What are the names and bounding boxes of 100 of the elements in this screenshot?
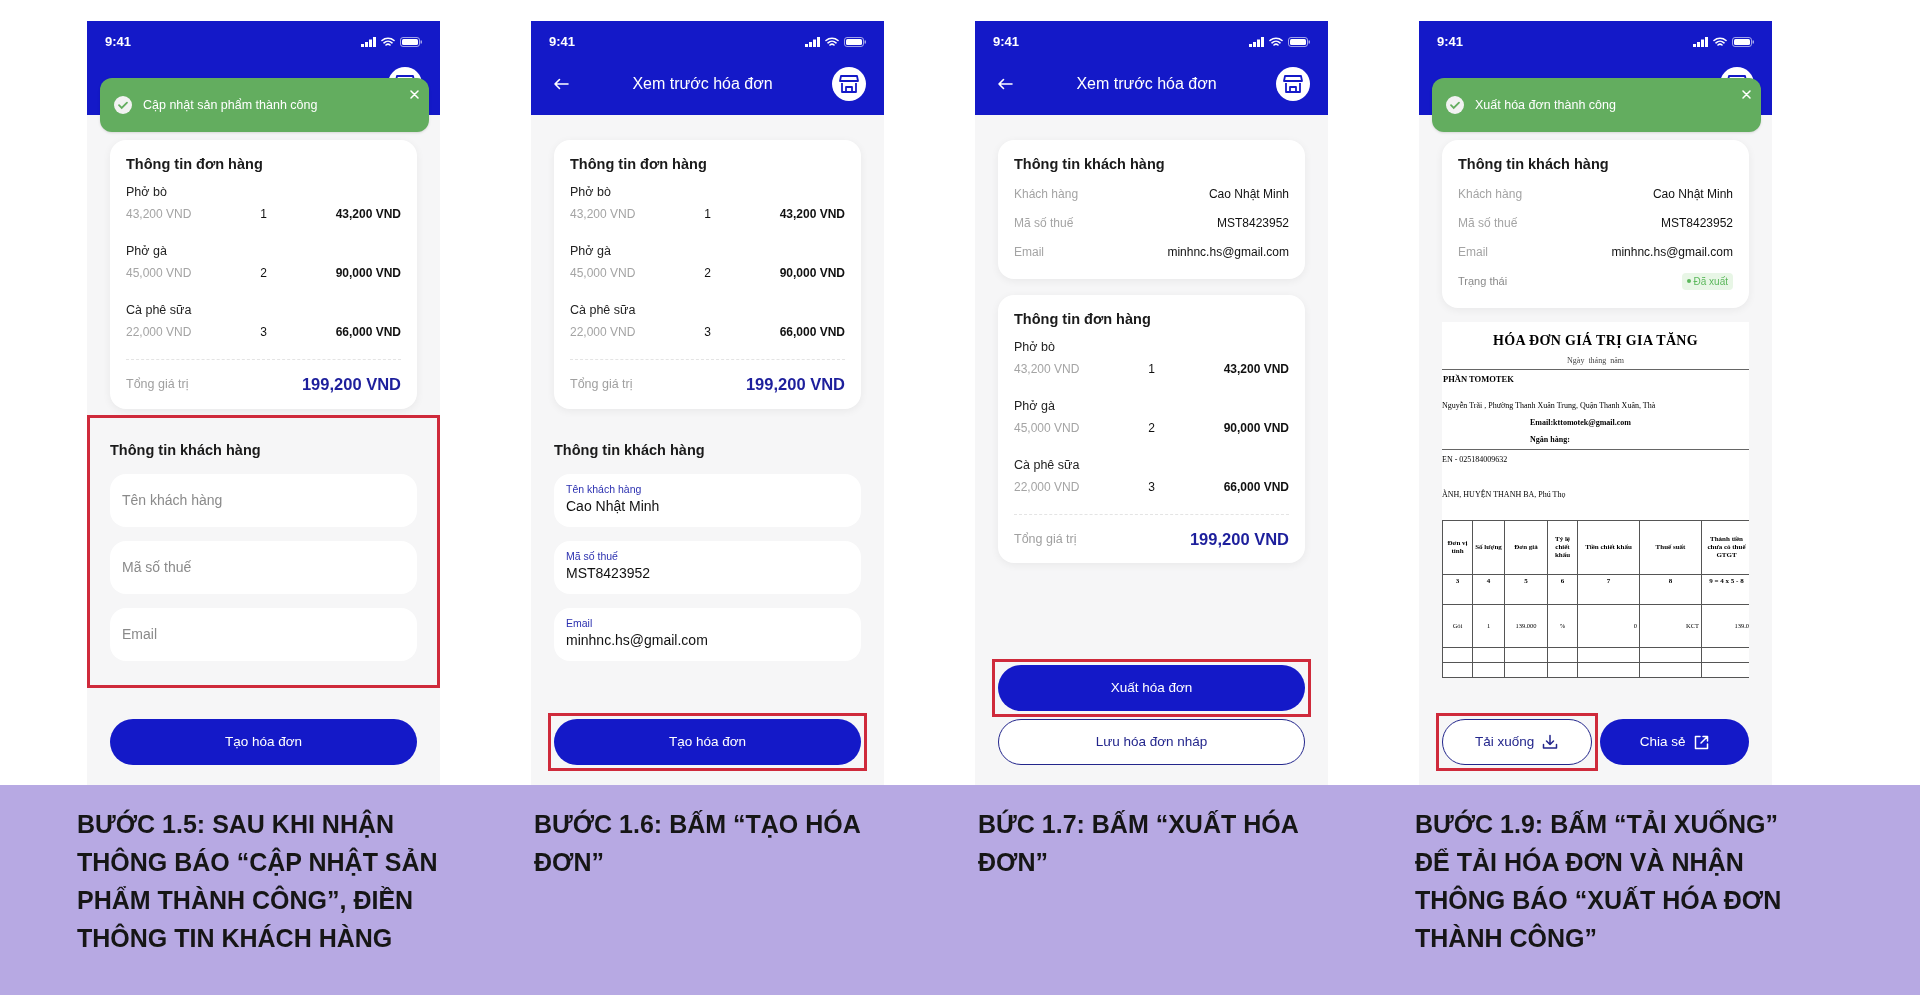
line-total: 43,200 VND — [1223, 361, 1289, 376]
item-name: Phở bò — [126, 183, 168, 201]
status-time: 9:41 — [993, 33, 1020, 52]
field-value: MST8423952 — [1216, 215, 1289, 233]
bank-label: Ngân hàng: — [1530, 434, 1570, 444]
line-total: 90,000 VND — [779, 265, 845, 280]
unit-price: 45,000 VND — [126, 265, 192, 280]
item-name: Phở gà — [126, 242, 168, 260]
text-field[interactable]: Email minhnc.hs@gmail.com — [554, 607, 861, 661]
total-value: 199,200 VND — [745, 373, 845, 395]
line-total: 43,200 VND — [779, 206, 845, 221]
field-value: minhnc.hs@gmail.com — [1167, 244, 1289, 262]
store-button[interactable] — [1276, 67, 1310, 101]
company-address: Nguyễn Trãi , Phường Thanh Xuân Trung, Quận Thanh Xuân, Thà — [1442, 400, 1656, 410]
item-name: Phở bò — [570, 183, 612, 201]
section-title: Thông tin khách hàng — [110, 440, 262, 460]
outline-button[interactable]: Tải xuống — [1442, 719, 1592, 765]
unit-price: 22,000 VND — [1014, 479, 1080, 494]
download-icon — [1542, 734, 1559, 750]
tax-code: EN - 025184009632 — [1442, 454, 1508, 464]
input-field[interactable]: MST8423952 — [566, 563, 849, 584]
back-arrow-icon — [553, 78, 569, 90]
status-time: 9:41 — [1437, 33, 1464, 52]
primary-button[interactable]: Chia sẻ — [1599, 719, 1749, 765]
quantity: 2 — [1148, 420, 1155, 435]
battery-icon — [1732, 37, 1754, 47]
toast-message: Cập nhật sản phẩm thành công — [143, 96, 319, 114]
total-value: 199,200 VND — [1189, 528, 1289, 550]
outline-button[interactable]: Lưu hóa đơn nháp — [998, 719, 1305, 765]
card-title: Thông tin đơn hàng — [570, 155, 708, 174]
text-field[interactable]: Tên khách hàng Cao Nhật Minh — [554, 473, 861, 527]
field-value: MST8423952 — [1660, 215, 1733, 233]
primary-button[interactable]: Tạo hóa đơn — [554, 719, 861, 765]
field-label: Email — [1014, 244, 1044, 262]
check-circle-icon — [1445, 95, 1465, 115]
quantity: 1 — [1148, 361, 1155, 376]
battery-icon — [1288, 37, 1310, 47]
input-field[interactable]: minhnc.hs@gmail.com — [566, 630, 849, 651]
document-date: Ngày tháng năm — [1567, 355, 1624, 365]
line-total: 66,000 VND — [1223, 479, 1289, 494]
customer-address: ÀNH, HUYỆN THANH BA, Phú Thọ — [1442, 489, 1566, 499]
wifi-icon — [825, 37, 839, 47]
card-title: Thông tin đơn hàng — [126, 155, 264, 174]
field-value: Cao Nhật Minh — [1208, 186, 1289, 204]
unit-price: 45,000 VND — [570, 265, 636, 280]
primary-button[interactable]: Tạo hóa đơn — [110, 719, 417, 765]
input-field[interactable]: Cao Nhật Minh — [566, 496, 849, 517]
quantity: 1 — [704, 206, 711, 221]
primary-button[interactable]: Xuất hóa đơn — [998, 665, 1305, 711]
input-field[interactable]: Tên khách hàng — [110, 473, 417, 527]
signal-icon — [805, 37, 820, 47]
quantity: 3 — [260, 324, 267, 339]
company-name: PHẦN TOMOTEK — [1443, 373, 1514, 384]
line-total: 66,000 VND — [779, 324, 845, 339]
floating-label: Tên khách hàng — [566, 483, 643, 496]
quantity: 3 — [704, 324, 711, 339]
document-title: HÓA ĐƠN GIÁ TRỊ GIA TĂNG — [1492, 332, 1699, 348]
floating-label: Mã số thuế — [566, 550, 619, 563]
input-field[interactable]: Mã số thuế — [110, 540, 417, 594]
item-name: Cà phê sữa — [570, 301, 637, 319]
field-label: Email — [1458, 244, 1488, 262]
item-name: Cà phê sữa — [126, 301, 193, 319]
field-label: Mã số thuế — [1014, 215, 1074, 233]
status-time: 9:41 — [105, 33, 132, 52]
store-icon — [1283, 75, 1303, 93]
unit-price: 43,200 VND — [570, 206, 636, 221]
field-label: Khách hàng — [1458, 186, 1523, 204]
line-total: 66,000 VND — [335, 324, 401, 339]
floating-label: Email — [566, 617, 594, 630]
unit-price: 45,000 VND — [1014, 420, 1080, 435]
close-icon[interactable] — [410, 90, 419, 99]
signal-icon — [1249, 37, 1264, 47]
total-label: Tổng giá trị — [1014, 530, 1077, 548]
wifi-icon — [381, 37, 395, 47]
field-label: Khách hàng — [1014, 186, 1079, 204]
step-caption: BỨC 1.7: BẤM “XUẤT HÓA ĐƠN” — [978, 808, 1299, 878]
close-icon[interactable] — [1742, 90, 1751, 99]
input-field[interactable]: Email — [110, 607, 417, 661]
section-title: Thông tin khách hàng — [554, 440, 706, 460]
wifi-icon — [1713, 37, 1727, 47]
signal-icon — [1693, 37, 1708, 47]
total-label: Tổng giá trị — [570, 375, 633, 393]
store-icon — [839, 75, 859, 93]
field-label: Trạng thái — [1458, 274, 1508, 289]
card-title: Thông tin khách hàng — [1014, 155, 1166, 174]
step-caption: BƯỚC 1.9: BẤM “TẢI XUỐNG” ĐỂ TẢI HÓA ĐƠN VÀ NHẬN THÔNG BÁO “XUẤT HÓA ĐƠN THÀNH CÔNG” — [1415, 808, 1783, 954]
step-caption: BƯỚC 1.6: BẤM “TẠO HÓA ĐƠN” — [534, 808, 861, 878]
share-icon — [1693, 734, 1709, 750]
quantity: 1 — [260, 206, 267, 221]
card-title: Thông tin khách hàng — [1458, 155, 1610, 174]
line-total: 43,200 VND — [335, 206, 401, 221]
unit-price: 43,200 VND — [126, 206, 192, 221]
store-button[interactable] — [832, 67, 866, 101]
status-text: Đã xuất — [1693, 274, 1728, 289]
line-total: 90,000 VND — [1223, 420, 1289, 435]
unit-price: 43,200 VND — [1014, 361, 1080, 376]
quantity: 2 — [260, 265, 267, 280]
text-field[interactable]: Mã số thuế MST8423952 — [554, 540, 861, 594]
toast-message: Xuất hóa đơn thành công — [1475, 96, 1617, 114]
field-value: Cao Nhật Minh — [1652, 186, 1733, 204]
